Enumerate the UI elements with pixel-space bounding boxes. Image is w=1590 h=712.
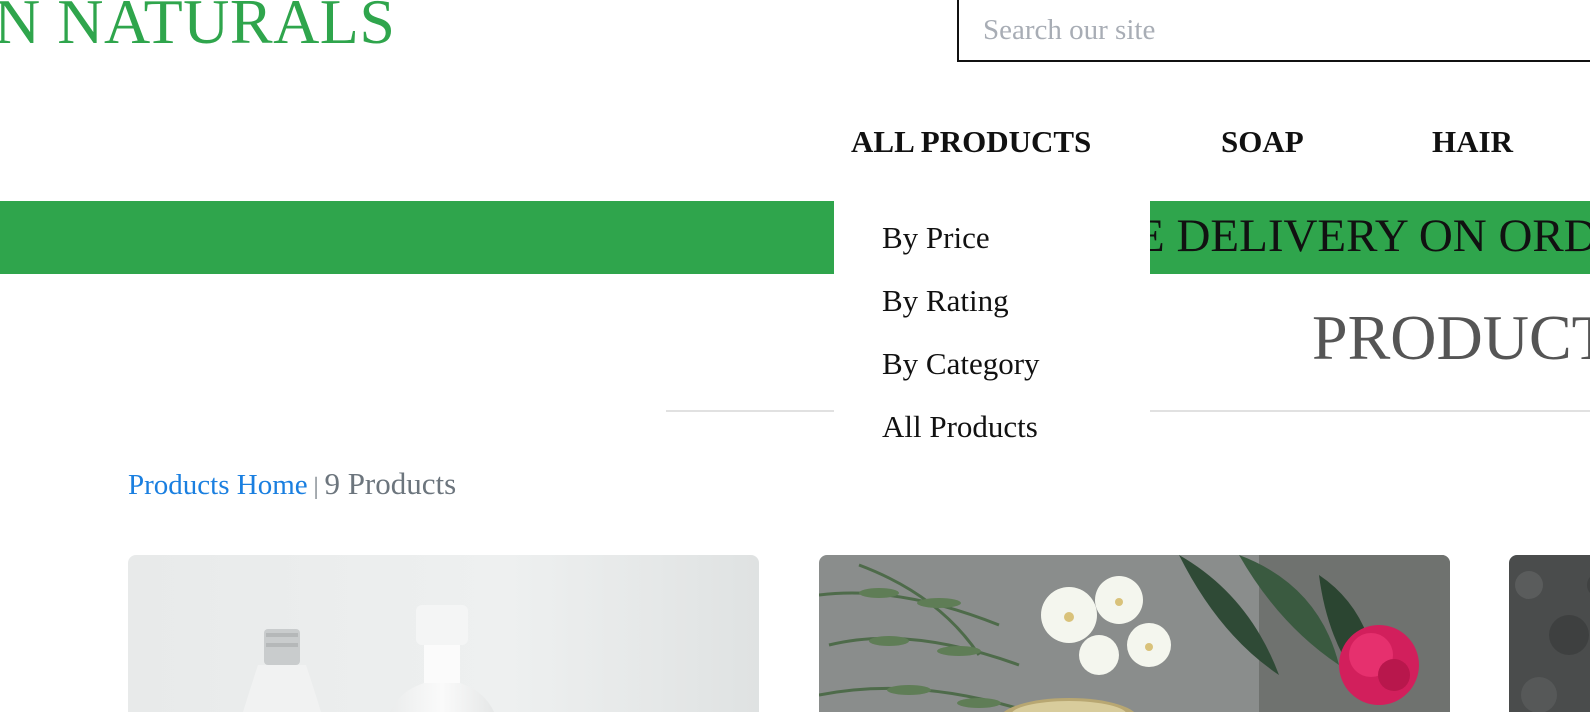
stone-texture-image [1509, 555, 1590, 712]
page: N NATURALS ALL PRODUCTS SOAP HAIR E DELI… [0, 0, 1590, 712]
breadcrumb-separator: | [313, 474, 319, 500]
all-products-dropdown-menu: By Price By Rating By Category All Produ… [834, 201, 1150, 461]
breadcrumb: Products Home | 9 Products [128, 468, 456, 500]
search-box [957, 0, 1590, 62]
promo-banner: E DELIVERY ON ORDERS [0, 201, 1590, 274]
dropdown-item-by-rating[interactable]: By Rating [882, 285, 1009, 316]
site-logo[interactable]: N NATURALS [0, 0, 395, 54]
product-count: 9 Products [324, 466, 457, 501]
search-input[interactable] [959, 0, 1590, 60]
product-card[interactable] [128, 555, 759, 712]
dropdown-item-by-category[interactable]: By Category [882, 348, 1040, 379]
section-title: PRODUCTS [1312, 302, 1590, 373]
nav-item-soap[interactable]: SOAP [1221, 126, 1304, 157]
cosmetic-bottles-image [128, 555, 759, 712]
flowers-and-herbs-image [819, 555, 1450, 712]
promo-banner-text: E DELIVERY ON ORDERS [1136, 210, 1590, 262]
nav-item-all-products[interactable]: ALL PRODUCTS [851, 126, 1091, 157]
nav-item-hair[interactable]: HAIR [1432, 126, 1513, 157]
dropdown-item-all-products[interactable]: All Products [882, 411, 1038, 442]
breadcrumb-products-home-link[interactable]: Products Home [128, 469, 308, 501]
product-card[interactable] [1509, 555, 1590, 712]
product-card[interactable] [819, 555, 1450, 712]
dropdown-item-by-price[interactable]: By Price [882, 222, 990, 253]
